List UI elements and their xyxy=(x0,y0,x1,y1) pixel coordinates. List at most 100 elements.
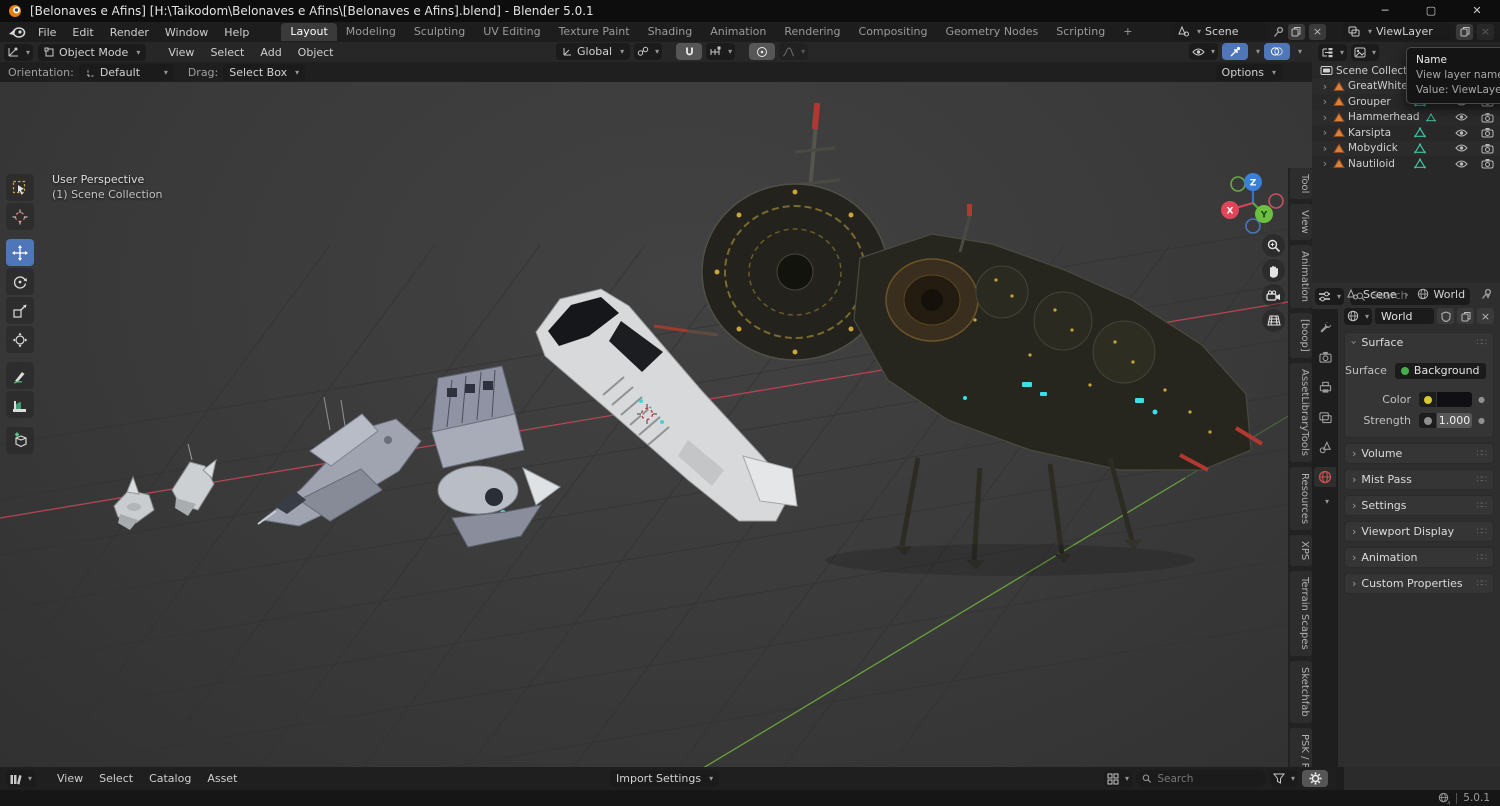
color-swatch[interactable] xyxy=(1437,392,1473,407)
side-tab-assetlibrarytools[interactable]: AssetLibraryTools xyxy=(1290,362,1312,462)
panel-grip[interactable]: ∷∷ xyxy=(1477,501,1488,511)
gizmo-axis-neg-y[interactable] xyxy=(1230,176,1246,192)
panel-grip[interactable]: ∷∷ xyxy=(1477,527,1488,537)
copy-view-layer-button[interactable] xyxy=(1456,23,1473,40)
asset-editor-type-selector[interactable]: ▾ xyxy=(6,770,36,787)
custom-properties-panel[interactable]: › Custom Properties ∷∷ xyxy=(1344,573,1494,594)
display-mode-selector[interactable]: ▾ xyxy=(1103,770,1132,787)
workspace-tab-scripting[interactable]: Scripting xyxy=(1047,23,1114,41)
workspace-tab-compositing[interactable]: Compositing xyxy=(850,23,937,41)
editor-type-selector[interactable]: ▾ xyxy=(4,43,34,61)
outliner-row-object[interactable]: › Karsipta xyxy=(1312,125,1500,141)
viewport-menu-object[interactable]: Object xyxy=(290,46,342,59)
spaceship-fighter[interactable] xyxy=(257,396,422,527)
overlays-toggle[interactable] xyxy=(1263,43,1290,60)
viewport-3d-canvas[interactable] xyxy=(0,82,1312,767)
strength-slider[interactable]: 1.000 xyxy=(1437,413,1473,428)
options-dropdown[interactable]: Options ▾ xyxy=(1215,63,1282,81)
asset-menu-select[interactable]: Select xyxy=(91,772,141,785)
cursor-tool[interactable] xyxy=(6,203,34,230)
unlink-world-button[interactable]: × xyxy=(1477,308,1494,324)
add-cube-tool[interactable] xyxy=(6,427,34,454)
panel-grip[interactable]: ∷∷ xyxy=(1477,338,1488,348)
outliner-row-object[interactable]: › Nautiloid xyxy=(1312,156,1500,172)
breadcrumb-world[interactable]: World xyxy=(1434,288,1466,301)
asset-settings-button[interactable] xyxy=(1302,770,1328,787)
outliner-filter-selector[interactable]: ▾ xyxy=(1351,44,1380,61)
surface-panel-header[interactable]: › Surface ∷∷ xyxy=(1345,333,1493,352)
view-layer-selector[interactable]: ▾ ViewLayer xyxy=(1341,23,1452,40)
color-keyframe-dot[interactable]: ● xyxy=(1478,395,1485,404)
panel-grip[interactable]: ∷∷ xyxy=(1477,449,1488,459)
toggle-orthographic-button[interactable] xyxy=(1262,309,1285,332)
side-tab-tool[interactable]: Tool xyxy=(1290,168,1312,200)
disable-render-icon[interactable] xyxy=(1481,158,1494,169)
outliner-display-mode-selector[interactable]: ▾ xyxy=(1318,44,1348,61)
mode-selector[interactable]: Object Mode ▾ xyxy=(38,43,147,61)
disable-render-icon[interactable] xyxy=(1481,143,1494,154)
side-tab-view[interactable]: View xyxy=(1290,204,1312,241)
strength-input-node-button[interactable] xyxy=(1419,413,1436,428)
panel-grip[interactable]: ∷∷ xyxy=(1477,475,1488,485)
gizmos-dropdown[interactable]: ▾ xyxy=(1256,47,1260,56)
workspace-tab-geometry-nodes[interactable]: Geometry Nodes xyxy=(936,23,1047,41)
tab-tool[interactable] xyxy=(1314,317,1336,337)
tab-world[interactable] xyxy=(1314,467,1336,487)
side-tab-xps[interactable]: XPS xyxy=(1290,534,1312,567)
close-button[interactable]: ✕ xyxy=(1454,0,1500,22)
viewport-menu-select[interactable]: Select xyxy=(202,46,252,59)
workspace-tab-texture-paint[interactable]: Texture Paint xyxy=(550,23,639,41)
workspace-tab-animation[interactable]: Animation xyxy=(701,23,775,41)
pivot-point-selector[interactable]: ▾ xyxy=(634,43,663,60)
tab-scene[interactable] xyxy=(1314,437,1336,457)
add-workspace-button[interactable]: + xyxy=(1114,23,1141,41)
tab-output[interactable] xyxy=(1314,377,1336,397)
asset-menu-catalog[interactable]: Catalog xyxy=(141,772,199,785)
panel-grip[interactable]: ∷∷ xyxy=(1477,553,1488,563)
workspace-tab-modeling[interactable]: Modeling xyxy=(337,23,405,41)
tab-render[interactable] xyxy=(1314,347,1336,367)
gizmos-toggle[interactable] xyxy=(1221,43,1248,60)
copy-scene-button[interactable] xyxy=(1287,23,1305,40)
workspace-tab-shading[interactable]: Shading xyxy=(639,23,702,41)
side-tab-terrain-scapes[interactable]: Terrain Scapes xyxy=(1290,571,1312,656)
strength-keyframe-dot[interactable]: ● xyxy=(1478,416,1485,425)
menu-window[interactable]: Window xyxy=(157,26,216,39)
show-object-types-selector[interactable]: ▾ xyxy=(1188,43,1218,60)
proportional-falloff-selector[interactable]: ▾ xyxy=(779,43,809,60)
drag-dropdown[interactable]: Select Box ▾ xyxy=(223,63,306,81)
delete-view-layer-button[interactable]: × xyxy=(1477,23,1494,40)
panel-grip[interactable]: ∷∷ xyxy=(1477,579,1488,589)
asset-search-input[interactable] xyxy=(1155,771,1260,786)
gizmo-axis-neg-x[interactable] xyxy=(1268,193,1284,209)
proportional-editing-toggle[interactable] xyxy=(749,43,776,60)
orientation-dropdown[interactable]: Default ▾ xyxy=(78,63,174,81)
world-name-field[interactable]: World xyxy=(1375,308,1434,324)
asset-menu-asset[interactable]: Asset xyxy=(199,772,245,785)
disable-render-icon[interactable] xyxy=(1481,127,1494,138)
side-tab-sketchfab[interactable]: Sketchfab xyxy=(1290,660,1312,723)
fake-user-button[interactable] xyxy=(1437,308,1454,324)
disable-render-icon[interactable] xyxy=(1481,112,1494,123)
import-settings-dropdown[interactable]: Import Settings ▾ xyxy=(610,770,720,787)
workspace-tab-rendering[interactable]: Rendering xyxy=(775,23,849,41)
surface-shader-button[interactable]: Background xyxy=(1394,362,1486,379)
tab-view-layer[interactable] xyxy=(1314,407,1336,427)
color-input-node-button[interactable] xyxy=(1419,392,1436,407)
transform-orientation-selector[interactable]: Global ▾ xyxy=(556,43,631,60)
annotate-tool[interactable] xyxy=(6,362,34,389)
breadcrumb-scene[interactable]: Scene xyxy=(1363,288,1397,301)
menu-render[interactable]: Render xyxy=(102,26,157,39)
delete-scene-button[interactable]: × xyxy=(1308,23,1326,40)
scene-selector[interactable]: ▾ Scene xyxy=(1170,23,1269,40)
spaceship-dark-mothership[interactable] xyxy=(701,102,1264,576)
properties-tabs-more[interactable]: ▾ xyxy=(1325,497,1329,506)
zoom-button[interactable] xyxy=(1262,234,1285,257)
measure-tool[interactable] xyxy=(6,391,34,418)
menu-help[interactable]: Help xyxy=(216,26,257,39)
animation-panel[interactable]: › Animation ∷∷ xyxy=(1344,547,1494,568)
outliner-row-object[interactable]: › Mobydick xyxy=(1312,140,1500,156)
viewport-menu-add[interactable]: Add xyxy=(252,46,289,59)
asset-menu-view[interactable]: View xyxy=(49,772,91,785)
pin-icon[interactable] xyxy=(1273,26,1284,38)
